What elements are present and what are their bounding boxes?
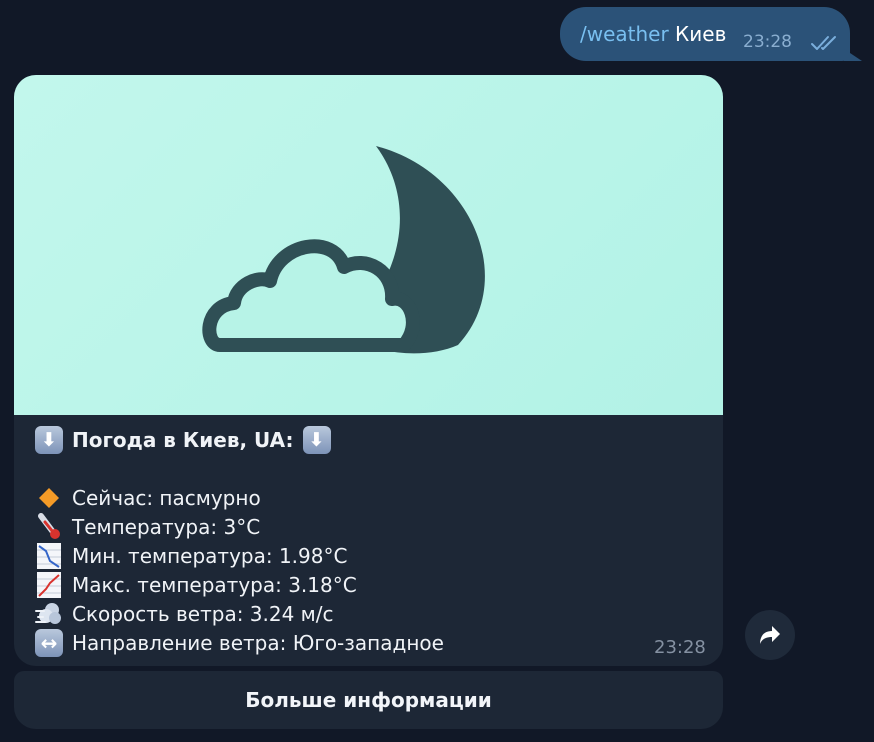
bot-command-link[interactable]: /weather: [580, 22, 669, 46]
command-argument: Киев: [668, 22, 727, 46]
weather-line-temperature: Температура: 3°C: [32, 512, 260, 541]
chart-increasing-icon: [32, 570, 66, 599]
incoming-message-time: 23:28: [654, 637, 706, 658]
weather-line-text: Направление ветра: Юго-западное: [72, 630, 444, 655]
weather-line-wind-speed: Скорость ветра: 3.24 м/с: [32, 599, 334, 628]
weather-line-text: Скорость ветра: 3.24 м/с: [72, 601, 334, 626]
outgoing-message-time: 23:28: [743, 32, 792, 52]
weather-line-min-temperature: Мин. температура: 1.98°C: [32, 541, 347, 570]
weather-line-text: Температура: 3°C: [72, 514, 261, 539]
weather-line-current: Сейчас: пасмурно: [32, 483, 261, 512]
orange-diamond-icon: [32, 483, 66, 512]
more-info-button[interactable]: Больше информации: [14, 671, 723, 729]
outgoing-message-text: /weather Киев: [580, 21, 726, 47]
weather-line-text: Макс. температура: 3.18°C: [72, 572, 357, 597]
thermometer-icon: [32, 512, 66, 541]
weather-line-max-temperature: Макс. температура: 3.18°C: [32, 570, 357, 599]
double-check-icon: [811, 36, 836, 50]
weather-line-wind-direction: ↔ Направление ветра: Юго-западное: [32, 628, 444, 657]
caption-title-line: ⬇ Погода в Киев, UA: ⬇: [32, 425, 334, 454]
incoming-message-card[interactable]: ⬇ Погода в Киев, UA: ⬇ Сейчас: пасмурно …: [14, 75, 723, 666]
forward-button[interactable]: [745, 610, 795, 660]
left-right-arrow-icon: ↔: [32, 628, 66, 657]
chart-decreasing-icon: [32, 541, 66, 570]
forward-arrow-icon: [760, 626, 780, 644]
weather-line-text: Сейчас: пасмурно: [72, 485, 261, 510]
wind-icon: [32, 599, 66, 628]
outgoing-message-bubble[interactable]: /weather Киев 23:28: [560, 7, 850, 61]
weather-line-text: Мин. температура: 1.98°C: [72, 543, 348, 568]
cloud-moon-icon: [202, 146, 485, 354]
down-arrow-icon: ⬇: [32, 425, 66, 454]
caption-title: Погода в Киев, UA:: [72, 427, 294, 452]
weather-image[interactable]: [14, 75, 723, 415]
down-arrow-icon: ⬇: [300, 425, 334, 454]
